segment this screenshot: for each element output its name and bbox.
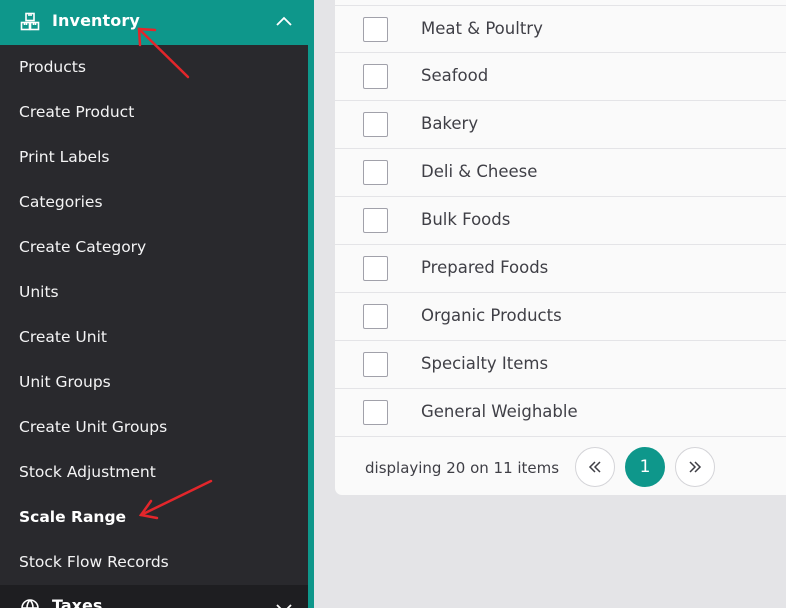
- table-row: Organic Products: [335, 293, 786, 341]
- sidebar-item-create-category[interactable]: Create Category: [0, 225, 308, 270]
- table-row: Seafood: [335, 53, 786, 101]
- row-checkbox[interactable]: [363, 208, 388, 233]
- row-checkbox[interactable]: [363, 64, 388, 89]
- category-table-card: Meat & Poultry Seafood Bakery Deli & Cheese…: [334, 0, 786, 496]
- sidebar-item-units[interactable]: Units: [0, 270, 308, 315]
- sidebar-item-categories[interactable]: Categories: [0, 180, 308, 225]
- sidebar-item-products[interactable]: Products: [0, 45, 308, 90]
- double-chevron-left-icon: [588, 461, 601, 473]
- sidebar-section-title: Inventory: [52, 11, 140, 30]
- page-number: 1: [639, 457, 651, 477]
- prev-page-button[interactable]: [575, 447, 615, 487]
- table-row: Specialty Items: [335, 341, 786, 389]
- taxes-icon: [21, 599, 39, 608]
- table-row: Deli & Cheese: [335, 149, 786, 197]
- page-button-current[interactable]: 1: [625, 447, 665, 487]
- sidebar-section-taxes[interactable]: Taxes: [0, 585, 308, 608]
- row-label: Organic Products: [421, 306, 562, 325]
- boxes-icon: [20, 12, 40, 31]
- table-row: Meat & Poultry: [335, 5, 786, 53]
- row-checkbox[interactable]: [363, 17, 388, 42]
- sidebar: Inventory Products Create Product Print La…: [0, 0, 308, 608]
- row-checkbox[interactable]: [363, 256, 388, 281]
- pagination-summary: displaying 20 on 11 items: [365, 459, 560, 477]
- chevron-up-icon[interactable]: [274, 12, 294, 32]
- table-row: General Weighable: [335, 389, 786, 437]
- category-table: Meat & Poultry Seafood Bakery Deli & Cheese…: [335, 5, 786, 437]
- sidebar-menu: Products Create Product Print Labels Catego…: [0, 45, 308, 585]
- sidebar-section-title: Taxes: [52, 596, 103, 608]
- chevron-down-icon[interactable]: [274, 598, 294, 608]
- table-row: Bulk Foods: [335, 197, 786, 245]
- row-label: Meat & Poultry: [421, 19, 543, 38]
- sidebar-item-scale-range[interactable]: Scale Range: [0, 495, 308, 540]
- sidebar-item-create-unit-groups[interactable]: Create Unit Groups: [0, 405, 308, 450]
- row-label: General Weighable: [421, 402, 578, 421]
- pagination: displaying 20 on 11 items 1: [335, 437, 786, 495]
- sidebar-section-inventory[interactable]: Inventory: [0, 0, 308, 45]
- sidebar-item-stock-adjustment[interactable]: Stock Adjustment: [0, 450, 308, 495]
- next-page-button[interactable]: [675, 447, 715, 487]
- sidebar-item-unit-groups[interactable]: Unit Groups: [0, 360, 308, 405]
- row-label: Prepared Foods: [421, 258, 549, 277]
- row-label: Bulk Foods: [421, 210, 511, 229]
- table-row: Prepared Foods: [335, 245, 786, 293]
- sidebar-edge: [308, 0, 314, 608]
- table-row: Bakery: [335, 101, 786, 149]
- row-checkbox[interactable]: [363, 304, 388, 329]
- row-checkbox[interactable]: [363, 400, 388, 425]
- row-label: Deli & Cheese: [421, 162, 538, 181]
- row-checkbox[interactable]: [363, 112, 388, 137]
- row-label: Bakery: [421, 114, 479, 133]
- row-label: Specialty Items: [421, 354, 549, 373]
- sidebar-item-print-labels[interactable]: Print Labels: [0, 135, 308, 180]
- row-checkbox[interactable]: [363, 352, 388, 377]
- row-label: Seafood: [421, 66, 489, 85]
- sidebar-item-create-product[interactable]: Create Product: [0, 90, 308, 135]
- sidebar-item-create-unit[interactable]: Create Unit: [0, 315, 308, 360]
- double-chevron-right-icon: [689, 461, 702, 473]
- sidebar-item-stock-flow-records[interactable]: Stock Flow Records: [0, 540, 308, 585]
- row-checkbox[interactable]: [363, 160, 388, 185]
